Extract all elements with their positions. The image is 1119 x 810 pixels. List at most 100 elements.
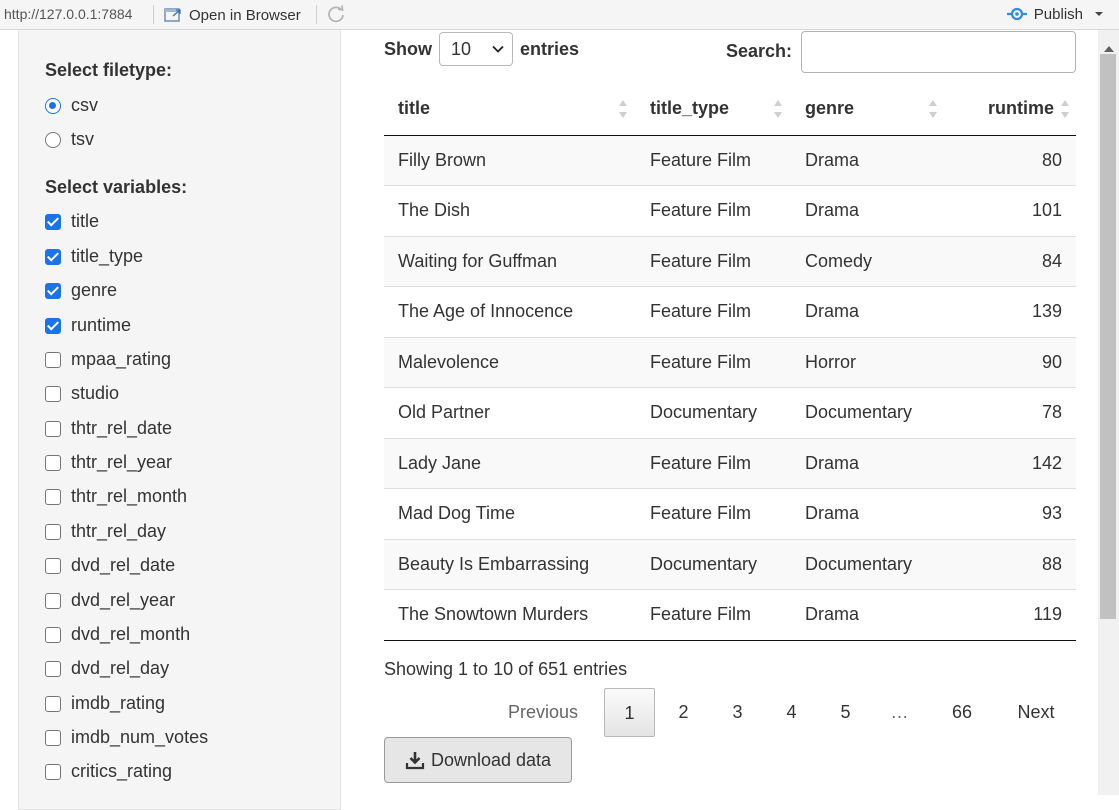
table-row: The Age of Innocence Feature Film Drama 139 — [384, 286, 1076, 338]
cell-title-type: Documentary — [636, 387, 791, 439]
toolbar-divider — [316, 5, 317, 24]
column-header-runtime[interactable]: runtime — [946, 83, 1076, 136]
filetype-option-csv[interactable]: csv — [45, 95, 98, 116]
checkbox[interactable] — [45, 557, 61, 574]
variable-label: runtime — [71, 315, 132, 335]
cell-runtime: 142 — [946, 438, 1076, 489]
checkbox[interactable] — [45, 626, 61, 643]
next-page-button[interactable]: Next — [1002, 688, 1070, 737]
sort-icon — [1061, 100, 1069, 118]
checkbox[interactable] — [45, 592, 61, 609]
page-button-1[interactable]: 1 — [604, 688, 655, 737]
checkbox[interactable] — [45, 763, 61, 780]
variable-option-genre[interactable]: genre — [45, 280, 117, 301]
column-header-genre[interactable]: genre — [791, 83, 946, 136]
cell-genre: Drama — [791, 185, 946, 237]
filetype-label: Select filetype: — [45, 60, 173, 80]
variable-option-dvd-rel-date[interactable]: dvd_rel_date — [45, 555, 175, 576]
variable-label: studio — [71, 383, 120, 403]
publish-label: Publish — [1033, 5, 1083, 23]
column-header-title-type[interactable]: title_type — [636, 83, 791, 136]
variable-option-critics-rating[interactable]: critics_rating — [45, 761, 172, 782]
variable-label: thtr_rel_day — [71, 521, 167, 541]
variable-label: title_type — [71, 246, 144, 266]
toolbar-divider — [153, 5, 154, 24]
checkbox[interactable] — [45, 488, 61, 505]
page-scrollbar[interactable] — [1098, 30, 1119, 795]
variable-option-thtr-rel-month[interactable]: thtr_rel_month — [45, 486, 187, 507]
previous-page-button[interactable]: Previous — [494, 688, 592, 737]
cell-title-type: Documentary — [636, 539, 791, 590]
search-input[interactable] — [801, 31, 1076, 73]
cell-title-type: Feature Film — [636, 337, 791, 388]
cell-title: The Snowtown Murders — [384, 589, 636, 641]
cell-title-type: Feature Film — [636, 236, 791, 287]
checkbox[interactable] — [45, 248, 61, 265]
radio-button-tsv[interactable] — [45, 131, 61, 148]
variable-option-thtr-rel-day[interactable]: thtr_rel_day — [45, 521, 166, 542]
variable-option-imdb-rating[interactable]: imdb_rating — [45, 693, 165, 714]
open-in-browser-button[interactable]: Open in Browser — [164, 5, 301, 25]
cell-title: Malevolence — [384, 337, 636, 388]
filetype-option-tsv[interactable]: tsv — [45, 129, 94, 150]
column-header-title[interactable]: title — [384, 83, 636, 136]
variable-option-studio[interactable]: studio — [45, 383, 119, 404]
variable-option-mpaa-rating[interactable]: mpaa_rating — [45, 349, 171, 370]
variable-label: mpaa_rating — [71, 349, 172, 369]
data-table: title title_type genre runtime Filly Bro… — [384, 83, 1076, 641]
variable-option-dvd-rel-day[interactable]: dvd_rel_day — [45, 658, 169, 679]
table-row: Malevolence Feature Film Horror 90 — [384, 337, 1076, 388]
scroll-up-icon[interactable] — [1104, 46, 1114, 52]
checkbox[interactable] — [45, 523, 61, 540]
cell-genre: Comedy — [791, 236, 946, 287]
table-row: The Snowtown Murders Feature Film Drama 119 — [384, 589, 1076, 641]
entries-select[interactable]: 10 — [439, 32, 513, 66]
checkbox[interactable] — [45, 660, 61, 677]
show-label: Show — [384, 38, 432, 59]
checkbox[interactable] — [45, 351, 61, 368]
page-button-4[interactable]: 4 — [766, 688, 817, 737]
checkbox[interactable] — [45, 213, 61, 230]
checkbox[interactable] — [45, 282, 61, 299]
page-button-5[interactable]: 5 — [820, 688, 871, 737]
checkbox[interactable] — [45, 454, 61, 471]
sort-icon — [619, 100, 627, 118]
sort-icon — [774, 100, 782, 118]
open-browser-icon — [164, 8, 181, 22]
variable-option-title[interactable]: title — [45, 211, 99, 232]
entries-label: entries — [520, 38, 580, 59]
checkbox[interactable] — [45, 729, 61, 746]
caret-down-icon[interactable] — [1089, 9, 1109, 19]
cell-genre: Drama — [791, 589, 946, 641]
download-data-button[interactable]: Download data — [384, 737, 572, 783]
cell-title: The Dish — [384, 185, 636, 237]
cell-genre: Drama — [791, 488, 946, 540]
refresh-icon[interactable] — [326, 4, 346, 24]
filetype-option-label: csv — [71, 95, 98, 115]
cell-genre: Drama — [791, 286, 946, 338]
page-button-2[interactable]: 2 — [658, 688, 709, 737]
variable-option-thtr-rel-date[interactable]: thtr_rel_date — [45, 418, 172, 439]
variable-option-imdb-num-votes[interactable]: imdb_num_votes — [45, 727, 208, 748]
variable-label: thtr_rel_year — [71, 452, 173, 472]
checkbox[interactable] — [45, 385, 61, 402]
variable-option-runtime[interactable]: runtime — [45, 315, 131, 336]
page-button-66[interactable]: 66 — [934, 688, 990, 737]
publish-button[interactable]: Publish — [1006, 5, 1109, 23]
table-row: Mad Dog Time Feature Film Drama 93 — [384, 488, 1076, 540]
variable-option-dvd-rel-year[interactable]: dvd_rel_year — [45, 590, 175, 611]
radio-button-csv[interactable] — [45, 97, 61, 114]
scrollbar-thumb[interactable] — [1100, 54, 1116, 619]
page-button-3[interactable]: 3 — [712, 688, 763, 737]
sort-icon — [929, 100, 937, 118]
checkbox[interactable] — [45, 317, 61, 334]
variable-option-title-type[interactable]: title_type — [45, 246, 143, 267]
variable-option-thtr-rel-year[interactable]: thtr_rel_year — [45, 452, 172, 473]
cell-runtime: 78 — [946, 387, 1076, 439]
variable-label: imdb_num_votes — [71, 727, 209, 747]
cell-title-type: Feature Film — [636, 286, 791, 338]
variable-label: dvd_rel_year — [71, 590, 176, 610]
checkbox[interactable] — [45, 420, 61, 437]
checkbox[interactable] — [45, 695, 61, 712]
variable-option-dvd-rel-month[interactable]: dvd_rel_month — [45, 624, 190, 645]
